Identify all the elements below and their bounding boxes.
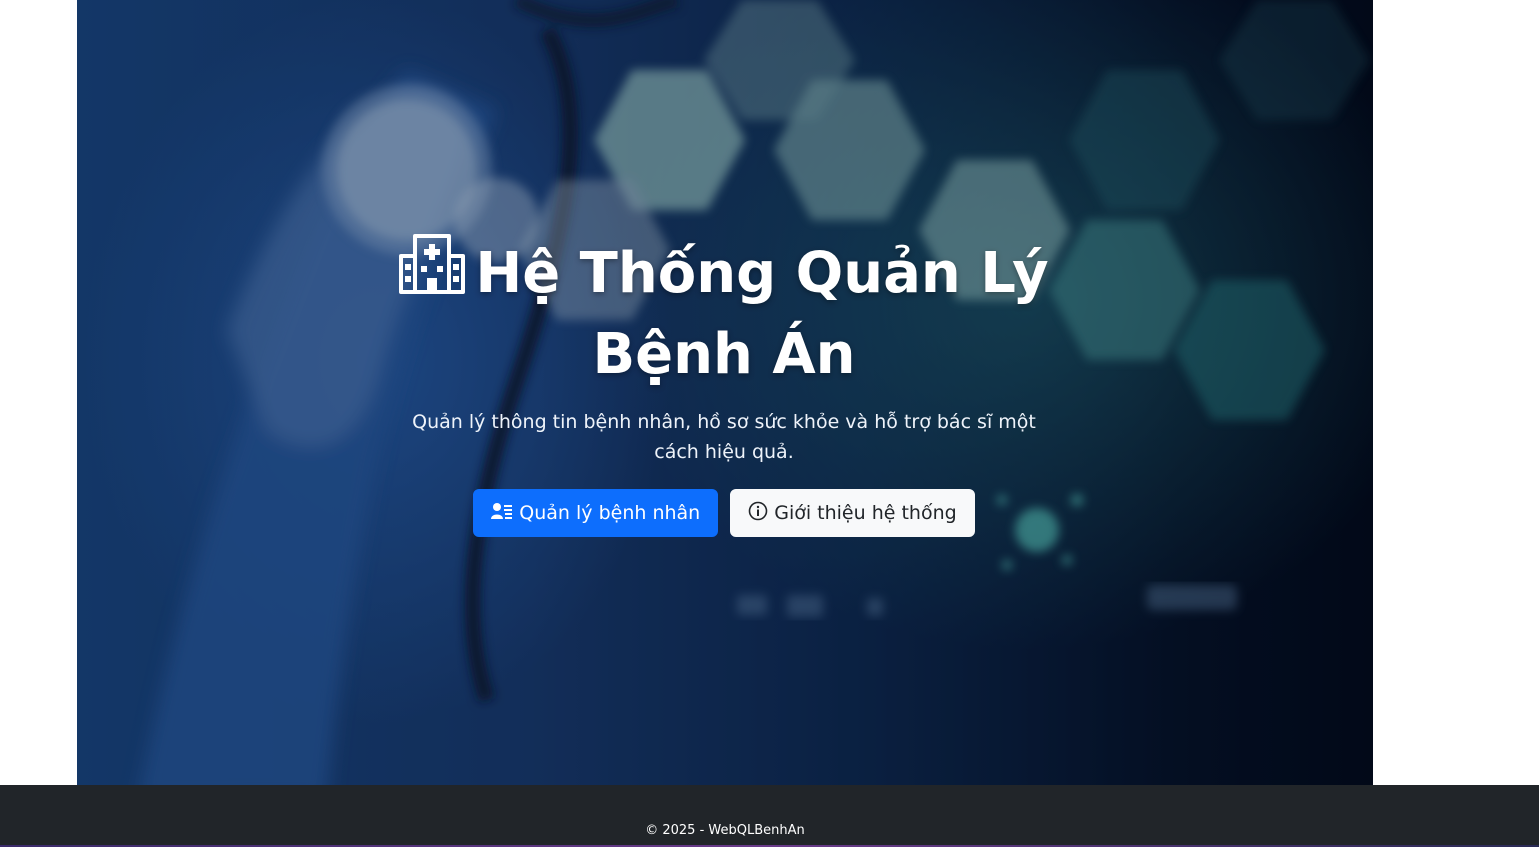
hospital-icon xyxy=(399,232,466,316)
manage-patients-label: Quản lý bệnh nhân xyxy=(519,502,701,524)
system-intro-button[interactable]: Giới thiệu hệ thống xyxy=(730,489,975,537)
manage-patients-button[interactable]: Quản lý bệnh nhân xyxy=(473,489,719,537)
hero-actions: Quản lý bệnh nhân Giới thiệu hệ thống xyxy=(394,489,1054,537)
hero-banner: Hệ Thống Quản Lý Bệnh Án Quản lý thông t… xyxy=(77,0,1373,785)
hero-content: Hệ Thống Quản Lý Bệnh Án Quản lý thông t… xyxy=(394,232,1054,537)
page: Hệ Thống Quản Lý Bệnh Án Quản lý thông t… xyxy=(0,0,1539,847)
hero-subtitle: Quản lý thông tin bệnh nhân, hồ sơ sức k… xyxy=(412,411,1036,463)
system-intro-label: Giới thiệu hệ thống xyxy=(774,502,957,524)
info-circle-icon xyxy=(748,501,768,526)
person-lines-icon xyxy=(491,502,513,525)
hero-title: Hệ Thống Quản Lý Bệnh Án xyxy=(394,232,1054,393)
footer-copyright: © 2025 - WebQLBenhAn xyxy=(645,823,805,838)
footer: © 2025 - WebQLBenhAn xyxy=(0,785,1539,847)
hero-title-text: Hệ Thống Quản Lý Bệnh Án xyxy=(475,241,1049,387)
